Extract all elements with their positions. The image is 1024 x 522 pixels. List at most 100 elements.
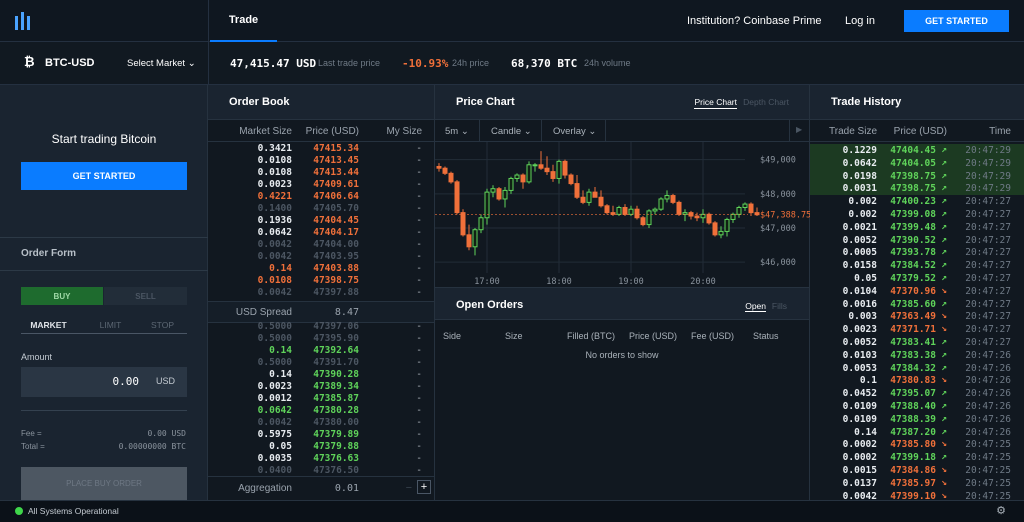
trade-row: 0.0158 47384.52 ↗ 20:47:27 bbox=[810, 259, 1024, 272]
order-book-row[interactable]: 0.0042 47404.00 - bbox=[208, 239, 434, 251]
coinbase-prime-link[interactable]: Institution? Coinbase Prime bbox=[687, 15, 822, 27]
y-tick-label: $46,000 bbox=[760, 258, 796, 268]
trade-time: 20:47:29 bbox=[965, 183, 1011, 195]
order-book-row[interactable]: 0.5000 47397.06 - bbox=[208, 321, 434, 333]
x-tick-label: 19:00 bbox=[618, 277, 644, 287]
trade-row: 0.0021 47399.48 ↗ 20:47:27 bbox=[810, 221, 1024, 234]
order-book-row[interactable]: 0.5975 47379.89 - bbox=[208, 429, 434, 441]
order-book-row[interactable]: 0.0108 47398.75 - bbox=[208, 275, 434, 287]
interval-dropdown[interactable]: 5m ⌄ bbox=[435, 120, 480, 142]
trade-size: 0.0052 bbox=[842, 234, 877, 246]
col-time: Time bbox=[989, 126, 1011, 137]
status-text[interactable]: All Systems Operational bbox=[28, 506, 119, 516]
buy-toggle[interactable]: BUY bbox=[21, 287, 103, 305]
select-market-dropdown[interactable]: Select Market ⌄ bbox=[127, 58, 196, 69]
col-price: Price (USD) bbox=[305, 126, 359, 137]
arrow-up-right-icon: ↗ bbox=[941, 400, 947, 411]
tab-fills[interactable]: Fills bbox=[772, 301, 787, 311]
trade-size: 0.14 bbox=[854, 426, 877, 438]
order-book-row[interactable]: 0.1936 47404.45 - bbox=[208, 215, 434, 227]
aggregation-increase-button[interactable]: + bbox=[417, 480, 431, 494]
candle bbox=[682, 209, 688, 222]
order-book-row[interactable]: 0.0023 47389.34 - bbox=[208, 381, 434, 393]
order-book-row[interactable]: 0.14 47403.88 - bbox=[208, 263, 434, 275]
last-price: 47,415.47 USD bbox=[230, 57, 317, 70]
order-book-row[interactable]: 0.14 47390.28 - bbox=[208, 369, 434, 381]
trade-price: 47388.39 bbox=[890, 413, 936, 425]
trade-time: 20:47:27 bbox=[965, 298, 1011, 310]
order-book-row[interactable]: 0.14 47392.64 - bbox=[208, 345, 434, 357]
candle bbox=[478, 214, 484, 234]
order-book-row[interactable]: 0.5000 47391.70 - bbox=[208, 357, 434, 369]
trade-price: 47379.52 bbox=[890, 273, 936, 284]
tab-price-chart[interactable]: Price Chart bbox=[694, 97, 737, 109]
trade-row: 0.0104 47370.96 ↘ 20:47:27 bbox=[810, 285, 1024, 298]
tab-market[interactable]: MARKET bbox=[21, 320, 76, 330]
order-book-row[interactable]: 0.0023 47409.61 - bbox=[208, 179, 434, 191]
settings-gear-icon[interactable]: ⚙ bbox=[996, 504, 1006, 517]
order-book-row[interactable]: 0.0042 47397.88 - bbox=[208, 287, 434, 299]
order-book-row[interactable]: 0.05 47379.88 - bbox=[208, 441, 434, 453]
candlestick-chart[interactable]: $49,000 $48,000 $47,000 $46,000 17:00 18:00 19… bbox=[435, 142, 810, 287]
trade-time: 20:47:25 bbox=[965, 477, 1011, 489]
market-size: 0.0035 bbox=[257, 453, 292, 464]
candle bbox=[700, 209, 706, 223]
tab-limit[interactable]: LIMIT bbox=[83, 320, 138, 330]
trade-row: 0.1 47380.83 ↘ 20:47:26 bbox=[810, 374, 1024, 387]
order-book-row[interactable]: 0.0035 47376.63 - bbox=[208, 453, 434, 465]
trade-price: 47398.75 bbox=[890, 170, 936, 182]
order-book-row[interactable]: 0.4221 47406.64 - bbox=[208, 191, 434, 203]
market-size: 0.0108 bbox=[257, 167, 292, 178]
order-book-row[interactable]: 0.0108 47413.44 - bbox=[208, 167, 434, 179]
aggregation-decrease-button[interactable]: − bbox=[406, 482, 412, 494]
order-book-row[interactable]: 0.0108 47413.45 - bbox=[208, 155, 434, 167]
tab-trade[interactable]: Trade bbox=[210, 0, 277, 42]
order-book-row[interactable]: 0.1400 47405.70 - bbox=[208, 203, 434, 215]
my-size: - bbox=[416, 405, 422, 416]
play-icon[interactable]: ▶ bbox=[789, 120, 809, 142]
candle bbox=[646, 209, 652, 228]
order-book-row[interactable]: 0.5000 47395.90 - bbox=[208, 333, 434, 345]
order-book-row[interactable]: 0.0012 47385.87 - bbox=[208, 393, 434, 405]
col-trade-size: Trade Size bbox=[829, 126, 877, 137]
candle bbox=[568, 173, 574, 186]
coinbase-pro-logo-icon[interactable] bbox=[15, 12, 31, 30]
order-book-row[interactable]: 0.3421 47415.34 - bbox=[208, 143, 434, 155]
price: 47380.00 bbox=[313, 417, 359, 428]
ticker-bar: ₿ BTC-USD Select Market ⌄ 47,415.47 USD … bbox=[0, 42, 1024, 85]
tab-stop[interactable]: STOP bbox=[135, 320, 190, 330]
price: 47391.70 bbox=[313, 357, 359, 368]
order-book-row[interactable]: 0.0042 47380.00 - bbox=[208, 417, 434, 429]
candle bbox=[580, 190, 586, 205]
candle bbox=[514, 173, 520, 182]
bitcoin-icon: ₿ bbox=[24, 54, 35, 69]
my-size: - bbox=[416, 227, 422, 238]
candle bbox=[724, 217, 730, 237]
aggregation-label: Aggregation bbox=[238, 483, 292, 494]
tab-open[interactable]: Open bbox=[745, 301, 766, 312]
trade-row: 0.0002 47399.18 ↗ 20:47:25 bbox=[810, 451, 1024, 464]
market-size: 0.14 bbox=[269, 263, 292, 274]
get-started-button[interactable]: GET STARTED bbox=[904, 10, 1009, 32]
order-book-row[interactable]: 0.0042 47403.95 - bbox=[208, 251, 434, 263]
sell-toggle[interactable]: SELL bbox=[104, 287, 187, 305]
candle bbox=[640, 216, 646, 227]
trade-time: 20:47:25 bbox=[965, 452, 1011, 464]
place-order-button[interactable]: PLACE BUY ORDER bbox=[21, 467, 187, 500]
arrow-up-right-icon: ↗ bbox=[941, 259, 947, 271]
trade-time: 20:47:26 bbox=[965, 362, 1011, 374]
trade-price: 47371.71 bbox=[890, 324, 936, 336]
my-size: - bbox=[416, 179, 422, 190]
chart-type-dropdown[interactable]: Candle ⌄ bbox=[480, 120, 542, 142]
order-book-row[interactable]: 0.0642 47380.28 - bbox=[208, 405, 434, 417]
get-started-button[interactable]: GET STARTED bbox=[21, 162, 187, 190]
my-size: - bbox=[416, 417, 422, 428]
tab-depth-chart[interactable]: Depth Chart bbox=[743, 97, 789, 107]
price: 47379.88 bbox=[313, 441, 359, 452]
order-book-row[interactable]: 0.0642 47404.17 - bbox=[208, 227, 434, 239]
login-link[interactable]: Log in bbox=[845, 15, 875, 27]
overlay-dropdown[interactable]: Overlay ⌄ bbox=[542, 120, 606, 142]
arrow-up-right-icon: ↗ bbox=[941, 144, 947, 155]
price: 47404.17 bbox=[313, 227, 359, 238]
amount-input[interactable]: 0.00 USD bbox=[21, 367, 187, 397]
